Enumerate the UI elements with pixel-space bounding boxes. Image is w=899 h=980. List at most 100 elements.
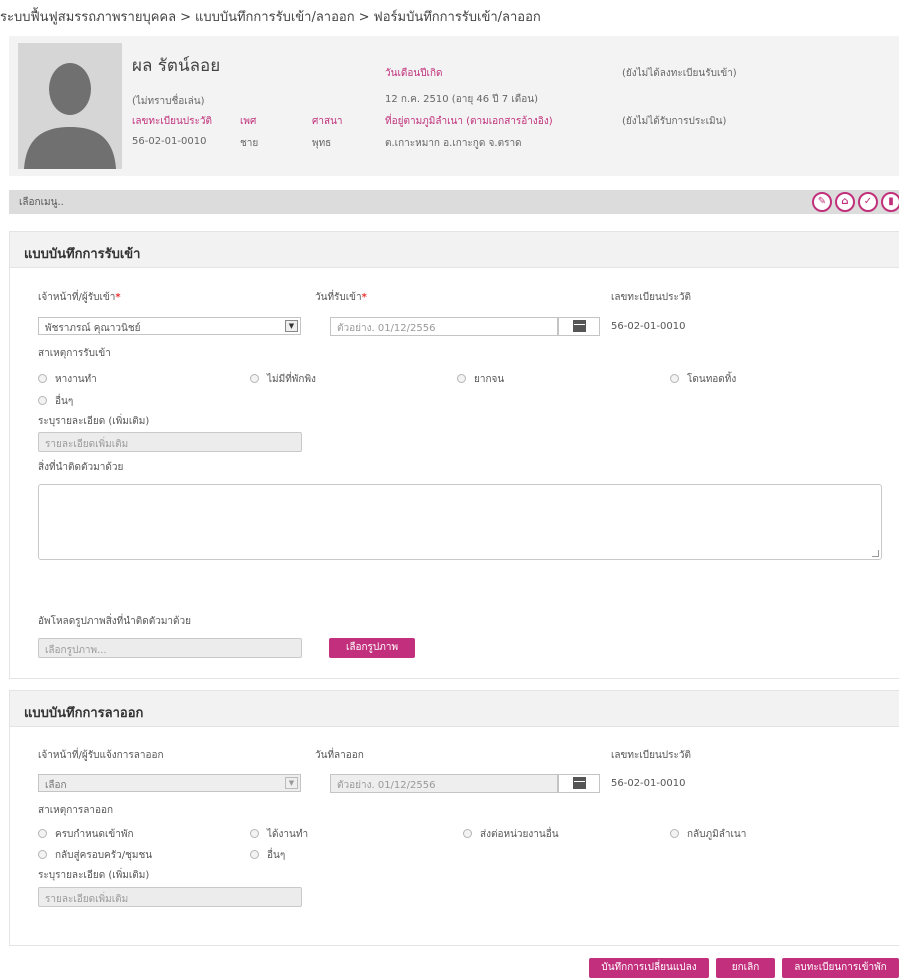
breadcrumb-item-form: ฟอร์มบันทึกการรับเข้า/ลาออก [373, 10, 541, 25]
radio-circle[interactable] [670, 374, 679, 383]
profile-dob-label: วันเดือนปีเกิด [385, 68, 443, 79]
admit-reg-label: เลขทะเบียนประวัติ [611, 292, 692, 303]
breadcrumb-item-records[interactable]: แบบบันทึกการรับเข้า/ลาออก [195, 10, 355, 25]
discharge-reg-value: 56-02-01-0010 [611, 778, 686, 789]
officer-select[interactable]: พัชราภรณ์ คุณาวนิชย์ ▼ [38, 317, 301, 335]
profile-name: ผล รัตน์ลอย [132, 56, 221, 76]
person-silhouette-icon [18, 43, 122, 169]
admit-date-input[interactable]: ตัวอย่าง. 01/12/2556 [330, 317, 558, 336]
calendar-icon [572, 320, 586, 332]
admit-reason-text: ยากจน [474, 374, 505, 385]
officer-select-value: พัชราภรณ์ คุณาวนิชย์ [45, 323, 141, 334]
admit-date-label-text: วันที่รับเข้า [315, 292, 362, 303]
radio-circle[interactable] [670, 829, 679, 838]
cancel-button[interactable]: ยกเลิก [716, 958, 775, 978]
admit-reason-radio-poor[interactable]: ยากจน [457, 372, 504, 387]
profile-reg-label: เลขทะเบียนประวัติ [132, 116, 213, 127]
profile-address-label: ที่อยู่ตามภูมิลำเนา (ตามเอกสารอ้างอิง) [385, 116, 553, 127]
radio-circle[interactable] [38, 850, 47, 859]
admit-reason-text: ไม่มีที่พักพิง [267, 374, 316, 385]
admit-calendar-button[interactable] [558, 317, 600, 336]
chevron-down-icon[interactable]: ▼ [285, 320, 298, 332]
radio-circle[interactable] [457, 374, 466, 383]
discharge-reason-text: กลับภูมิลำเนา [687, 829, 747, 840]
discharge-detail-label: ระบุรายละเอียด (เพิ่มเติม) [38, 870, 150, 881]
discharge-title: แบบบันทึกการลาออก [10, 691, 899, 727]
radio-circle[interactable] [38, 374, 47, 383]
discharge-reason-text: กลับสู่ครอบครัว/ชุมชน [55, 850, 153, 861]
discharge-reason-label: สาเหตุการลาออก [38, 805, 114, 816]
admission-section: แบบบันทึกการรับเข้า เจ้าหน้าที่/ผู้รับเข… [9, 231, 899, 679]
discharge-officer-select[interactable]: เลือก ▼ [38, 774, 301, 792]
save-changes-button[interactable]: บันทึกการเปลี่ยนแปลง [589, 958, 709, 978]
radio-circle[interactable] [463, 829, 472, 838]
profile-address-value: ต.เกาะหมาก อ.เกาะกูด จ.ตราด [385, 138, 522, 149]
discharge-date-label: วันที่ลาออก [315, 750, 364, 761]
discharge-officer-value: เลือก [45, 780, 67, 791]
discharge-detail-input[interactable]: รายละเอียดเพิ่มเติม [38, 887, 302, 907]
discharge-section: แบบบันทึกการลาออก เจ้าหน้าที่/ผู้รับแจ้ง… [9, 690, 899, 946]
admit-reason-radio-other[interactable]: อื่นๆ [38, 394, 73, 409]
admit-reason-label: สาเหตุการรับเข้า [38, 348, 111, 359]
required-marker: * [361, 292, 367, 303]
discharge-reason-radio-completed[interactable]: ครบกำหนดเข้าพัก [38, 827, 134, 842]
choose-image-button[interactable]: เลือกรูปภาพ [329, 638, 415, 658]
discharge-date-input[interactable]: ตัวอย่าง. 01/12/2556 [330, 774, 558, 793]
edit-icon[interactable]: ✎ [812, 192, 832, 212]
officer-label-text: เจ้าหน้าที่/ผู้รับเข้า [38, 292, 116, 303]
admit-reason-text: หางานทำ [55, 374, 97, 385]
admit-reg-value: 56-02-01-0010 [611, 321, 686, 332]
upload-file-input[interactable]: เลือกรูปภาพ... [38, 638, 302, 658]
upload-label: อัพโหลดรูปภาพสิ่งที่นำติดตัวมาด้วย [38, 616, 192, 627]
resize-grip-icon[interactable] [872, 550, 879, 557]
belongings-label: สิ่งที่นำติดตัวมาด้วย [38, 462, 124, 473]
admit-reason-radio-abandoned[interactable]: โดนทอดทิ้ง [670, 372, 736, 387]
admit-detail-label: ระบุรายละเอียด (เพิ่มเติม) [38, 416, 150, 427]
admit-reason-radio-homeless[interactable]: ไม่มีที่พักพิง [250, 372, 316, 387]
profile-religion-label: ศาสนา [312, 116, 343, 127]
discharge-reason-text: ครบกำหนดเข้าพัก [55, 829, 134, 840]
admit-reason-text: อื่นๆ [55, 396, 74, 407]
discharge-calendar-button[interactable] [558, 774, 600, 793]
profile-eval-status: (ยังไม่ได้รับการประเมิน) [622, 116, 727, 127]
discharge-reason-text: อื่นๆ [267, 850, 286, 861]
radio-circle[interactable] [250, 829, 259, 838]
profile-card: ผล รัตน์ลอย (ไม่ทราบชื่อเล่น) เลขทะเบียน… [9, 36, 899, 176]
radio-circle[interactable] [38, 829, 47, 838]
check-icon[interactable]: ✓ [858, 192, 878, 212]
admission-title: แบบบันทึกการรับเข้า [10, 232, 899, 268]
radio-circle[interactable] [250, 374, 259, 383]
discharge-reason-text: ได้งานทำ [267, 829, 309, 840]
breadcrumb: ระบบฟื้นฟูสมรรถภาพรายบุคคล > แบบบันทึกการร… [0, 6, 541, 27]
discharge-reason-radio-family[interactable]: กลับสู่ครอบครัว/ชุมชน [38, 848, 152, 863]
belongings-textarea[interactable] [38, 484, 882, 560]
profile-reg-value: 56-02-01-0010 [132, 136, 207, 147]
discharge-reason-radio-got-job[interactable]: ได้งานทำ [250, 827, 308, 842]
profile-sex-label: เพศ [240, 116, 257, 127]
home-icon[interactable]: ⌂ [835, 192, 855, 212]
radio-circle[interactable] [38, 396, 47, 405]
admit-detail-input[interactable]: รายละเอียดเพิ่มเติม [38, 432, 302, 452]
profile-sex-value: ชาย [240, 138, 259, 149]
menu-bar: เลือกเมนู.. ✎ ⌂ ✓ ▮ [9, 190, 899, 214]
admit-reason-text: โดนทอดทิ้ง [687, 374, 737, 385]
discharge-reason-radio-hometown[interactable]: กลับภูมิลำเนา [670, 827, 746, 842]
profile-religion-value: พุทธ [312, 138, 332, 149]
delete-icon[interactable]: ▮ [881, 192, 899, 212]
discharge-reason-radio-transfer[interactable]: ส่งต่อหน่วยงานอื่น [463, 827, 559, 842]
radio-circle[interactable] [250, 850, 259, 859]
profile-admit-status: (ยังไม่ได้ลงทะเบียนรับเข้า) [622, 68, 737, 79]
admit-reason-radio-job[interactable]: หางานทำ [38, 372, 97, 387]
discharge-officer-label: เจ้าหน้าที่/ผู้รับแจ้งการลาออก [38, 750, 164, 761]
discharge-reason-radio-other[interactable]: อื่นๆ [250, 848, 285, 863]
profile-nickname: (ไม่ทราบชื่อเล่น) [132, 96, 205, 107]
breadcrumb-item-system[interactable]: ระบบฟื้นฟูสมรรถภาพรายบุคคล [0, 10, 176, 25]
avatar [18, 43, 122, 169]
discharge-reason-text: ส่งต่อหน่วยงานอื่น [480, 829, 559, 840]
admit-date-label: วันที่รับเข้า* [315, 290, 367, 305]
required-marker: * [115, 292, 121, 303]
chevron-down-icon[interactable]: ▼ [285, 777, 298, 789]
menu-select-label[interactable]: เลือกเมนู.. [19, 195, 64, 210]
delete-registration-button[interactable]: ลบทะเบียนการเข้าพัก [782, 958, 899, 978]
breadcrumb-separator: > [358, 10, 370, 25]
